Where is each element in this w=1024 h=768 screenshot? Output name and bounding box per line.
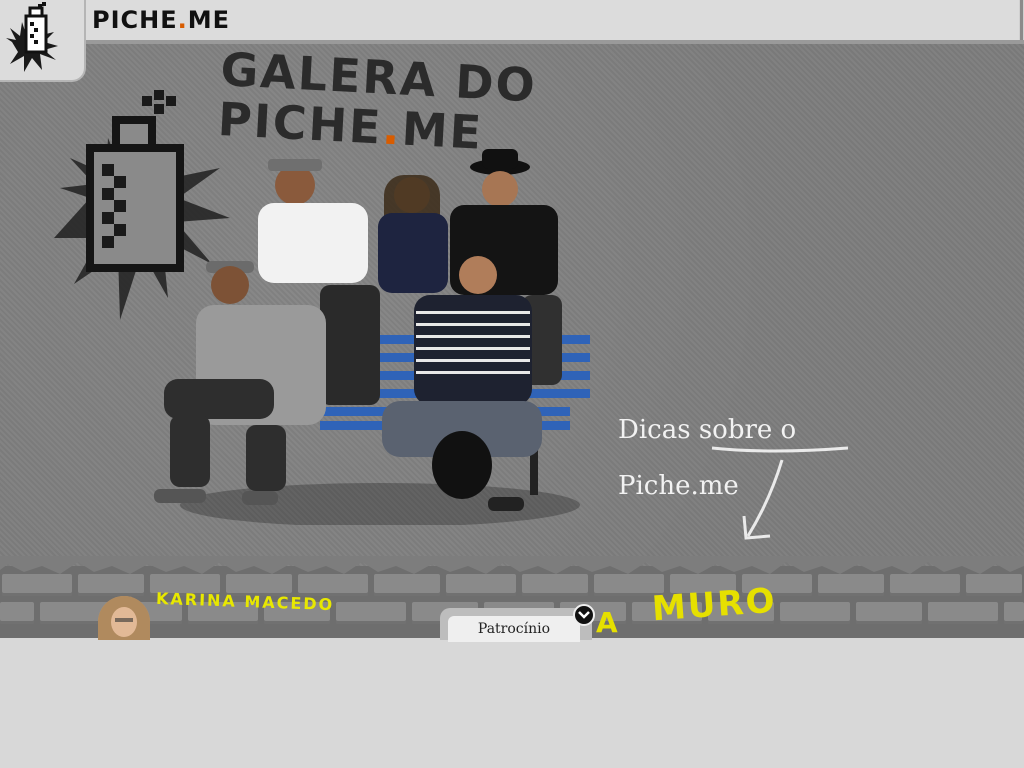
graffiti-fragment: A xyxy=(596,606,618,639)
brand-main: PICHE xyxy=(92,6,178,34)
brick xyxy=(0,602,34,624)
arrow-down-left-icon xyxy=(711,446,849,540)
page-bottom-area xyxy=(0,640,1024,768)
brick xyxy=(1004,602,1024,624)
wall-title-main: GALERA DO PICHE xyxy=(216,42,539,155)
chevron-down-icon xyxy=(578,611,590,619)
logo-home-link[interactable] xyxy=(0,0,86,82)
sponsor-tab-label: Patrocínio xyxy=(448,616,580,642)
brick xyxy=(780,602,850,624)
brick xyxy=(336,602,406,624)
brick xyxy=(928,602,998,624)
torn-edge xyxy=(0,556,1024,574)
group-photo xyxy=(154,149,590,525)
brand-dot: . xyxy=(177,6,188,34)
sponsor-toggle-button[interactable] xyxy=(573,604,595,626)
sponsor-tab[interactable]: Patrocínio xyxy=(440,608,592,642)
brand-link[interactable]: PICHE.ME xyxy=(92,4,230,36)
brick xyxy=(856,602,922,624)
brand-tld: ME xyxy=(187,6,231,34)
member-photo xyxy=(98,596,150,640)
member-avatar[interactable] xyxy=(98,596,150,640)
spray-can-logo-icon xyxy=(6,2,58,72)
